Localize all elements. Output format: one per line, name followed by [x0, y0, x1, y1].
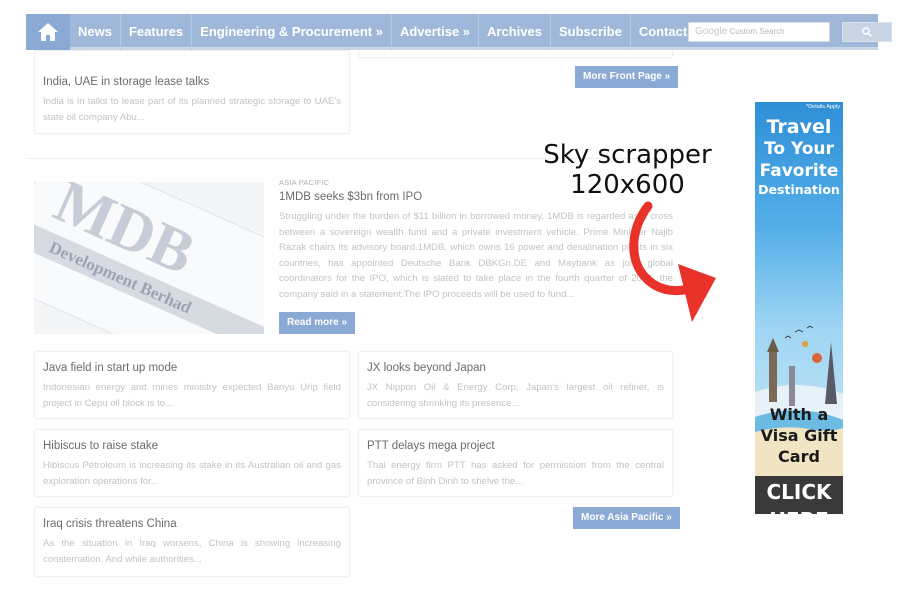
- ad-visa-line-2: Visa Gift: [760, 426, 838, 445]
- featured-image[interactable]: MDB Development Berhad: [34, 182, 264, 334]
- story-excerpt: As the situation in Iraq worsens, China …: [43, 538, 341, 565]
- ad-visa-text: With a Visa Gift Card: [755, 404, 843, 467]
- story-title[interactable]: JX looks beyond Japan: [367, 361, 664, 375]
- home-button[interactable]: [26, 14, 70, 50]
- story-card[interactable]: JX looks beyond Japan JX Nippon Oil & En…: [358, 351, 673, 419]
- ad-here-label: HERE: [755, 506, 843, 514]
- story-title[interactable]: Hibiscus to raise stake: [43, 439, 341, 453]
- story-excerpt: Hibiscus Petroleum is increasing its sta…: [43, 460, 341, 487]
- ad-line-1: Travel: [766, 116, 832, 138]
- ad-line-4: Destination: [758, 182, 840, 197]
- story-excerpt: JX Nippon Oil & Energy Corp, Japan's lar…: [367, 382, 664, 409]
- ad-details-note: *Details Apply: [806, 104, 840, 110]
- story-excerpt: Indonesian energy and mines ministry exp…: [43, 382, 341, 409]
- more-asia-pacific-button[interactable]: More Asia Pacific »: [573, 507, 680, 529]
- nav-item-subscribe[interactable]: Subscribe: [549, 14, 630, 50]
- ad-headline: Travel To Your Favorite Destination: [755, 116, 843, 198]
- story-title[interactable]: PTT delays mega project: [367, 439, 664, 453]
- ad-visa-line-3: Card: [778, 447, 820, 466]
- ad-click-here-button[interactable]: CLICK HERE: [755, 476, 843, 514]
- story-card[interactable]: Java field in start up mode Indonesian e…: [34, 351, 350, 419]
- featured-title[interactable]: 1MDB seeks $3bn from IPO: [279, 191, 422, 203]
- home-icon: [38, 23, 58, 41]
- annotation-line-1: Sky scrapper: [543, 140, 712, 170]
- story-card[interactable]: PTT delays mega project Thai energy firm…: [358, 429, 673, 497]
- search-input[interactable]: Google Custom Search: [688, 22, 830, 42]
- search-button[interactable]: [842, 22, 892, 42]
- story-card[interactable]: Hibiscus to raise stake Hibiscus Petrole…: [34, 429, 350, 497]
- search-icon: [862, 27, 872, 37]
- read-more-button[interactable]: Read more »: [279, 312, 356, 334]
- more-front-page-button[interactable]: More Front Page »: [575, 66, 679, 88]
- featured-category[interactable]: ASIA PACIFIC: [279, 178, 329, 187]
- nav-item-archives[interactable]: Archives: [478, 14, 550, 50]
- story-excerpt: India is in talks to lease part of its p…: [43, 96, 341, 123]
- main-nav-bar: News Features Engineering & Procurement …: [26, 14, 892, 50]
- ad-click-label: CLICK: [766, 480, 832, 504]
- skyscraper-annotation: Sky scrapper 120x600: [520, 140, 735, 200]
- curved-arrow-icon: [629, 201, 716, 322]
- nav-item-features[interactable]: Features: [119, 14, 191, 50]
- ad-line-3: Favorite: [759, 161, 839, 181]
- skyscraper-ad[interactable]: *Details Apply Travel To Your Favorite D…: [755, 102, 843, 514]
- nav-item-advertise[interactable]: Advertise »: [390, 14, 478, 50]
- ad-line-2: To Your: [764, 139, 834, 159]
- search-brand-label: Google: [695, 26, 728, 37]
- nav-item-news[interactable]: News: [70, 14, 120, 50]
- story-title[interactable]: India, UAE in storage lease talks: [43, 75, 341, 89]
- story-card-front[interactable]: India, UAE in storage lease talks India …: [34, 50, 350, 134]
- story-title[interactable]: Iraq crisis threatens China: [43, 517, 341, 531]
- story-card-partial: [358, 50, 673, 58]
- nav-menu: News Features Engineering & Procurement …: [70, 14, 715, 50]
- nav-item-engineering-procurement[interactable]: Engineering & Procurement »: [191, 14, 391, 50]
- featured-image-graphic: MDB Development Berhad: [34, 182, 264, 334]
- story-excerpt: Thai energy firm PTT has asked for permi…: [367, 460, 664, 487]
- annotation-line-2: 120x600: [570, 170, 685, 200]
- story-title[interactable]: Java field in start up mode: [43, 361, 341, 375]
- ad-visa-line-1: With a: [769, 405, 829, 424]
- search-placeholder: Custom Search: [729, 27, 785, 36]
- story-card[interactable]: Iraq crisis threatens China As the situa…: [34, 507, 350, 577]
